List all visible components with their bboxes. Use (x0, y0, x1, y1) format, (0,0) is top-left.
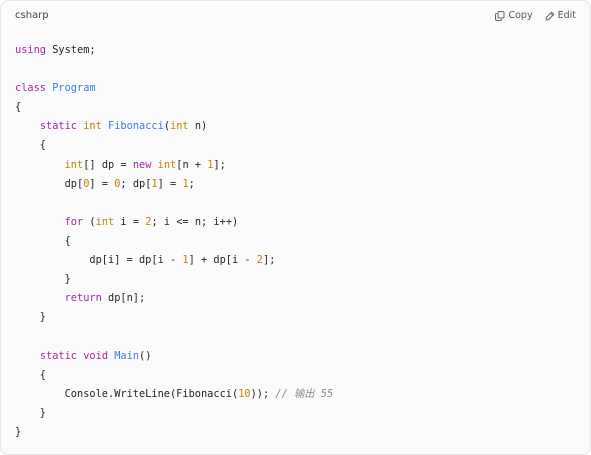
code-line: } (15, 308, 590, 327)
code-line: Console.WriteLine(Fibonacci(10)); // 输出 … (15, 385, 590, 404)
code-token: Fibonacci (108, 120, 164, 133)
code-token: } (15, 311, 46, 324)
code-line: { (15, 136, 590, 155)
code-token: } (15, 273, 71, 286)
code-token: ] + dp[i - (188, 254, 257, 267)
edit-label: Edit (557, 10, 576, 22)
code-token: Console.WriteLine(Fibonacci( (15, 387, 239, 400)
code-token: () (139, 349, 152, 362)
code-token: [n + (176, 158, 208, 171)
code-token: dp[ (15, 177, 84, 190)
language-label: csharp (15, 9, 49, 21)
code-actions: Copy Edit (495, 11, 576, 21)
code-token: } (15, 425, 22, 438)
code-token: int (170, 120, 189, 133)
code-line: return dp[n]; (15, 289, 590, 308)
code-token: Program (52, 82, 96, 95)
code-token: ( (83, 215, 96, 228)
code-token: { (15, 234, 71, 247)
code-token: )); (250, 387, 276, 400)
code-token: dp[n]; (101, 292, 146, 305)
code-token: int (157, 158, 177, 171)
code-token: ; dp[ (120, 177, 152, 190)
code-line: { (15, 232, 590, 251)
code-content: using System; class Program { static int F… (15, 41, 590, 442)
code-token: for (64, 215, 84, 228)
code-token: ]; (263, 254, 276, 267)
code-token: { (15, 139, 46, 152)
code-token: Main (114, 349, 140, 362)
code-line: dp[0] = 0; dp[1] = 1; (15, 175, 590, 194)
code-token: ; i <= n; i++) (151, 215, 239, 228)
code-token: static (39, 120, 78, 133)
code-token: i = (114, 215, 146, 228)
code-token: [] dp = (83, 158, 133, 171)
code-token: new (132, 158, 152, 171)
code-token: return (64, 292, 102, 305)
code-token: ] = (89, 177, 115, 190)
code-token: ] = (157, 177, 183, 190)
code-token: class (15, 82, 46, 95)
code-token: { (15, 368, 46, 381)
code-line: } (15, 404, 590, 423)
code-token: System; (46, 44, 96, 56)
code-token: int (64, 158, 84, 171)
code-line: } (15, 423, 590, 442)
code-line: int[] dp = new int[n + 1]; (15, 156, 590, 175)
code-line: dp[i] = dp[i - 1] + dp[i - 2]; (15, 251, 590, 270)
code-token: int (83, 120, 102, 133)
code-line: class Program (15, 79, 590, 98)
code-token: 10 (238, 387, 251, 400)
code-line: { (15, 98, 590, 117)
code-line: static int Fibonacci(int n) (15, 117, 590, 136)
code-token: int (95, 215, 115, 228)
code-token: ; (188, 177, 195, 190)
code-line: } (15, 270, 590, 289)
code-line: { (15, 366, 590, 385)
code-token: using (15, 44, 46, 56)
copy-label: Copy (508, 10, 533, 22)
edit-icon (545, 11, 555, 21)
code-token: n) (188, 120, 208, 133)
code-token: ]; (213, 158, 226, 171)
edit-button[interactable]: Edit (545, 11, 576, 21)
code-token: dp[i] = dp[i - (15, 254, 183, 267)
code-line: for (int i = 2; i <= n; i++) (15, 213, 590, 232)
code-header: csharp Copy Edit (1, 1, 590, 31)
code-token: // 输出 55 (275, 387, 334, 400)
code-token: { (15, 101, 22, 114)
copy-icon (495, 11, 505, 21)
code-line: using System; (15, 41, 590, 60)
code-line: static void Main() (15, 347, 590, 366)
code-token: static (39, 349, 78, 362)
code-token: void (83, 349, 109, 362)
copy-button[interactable]: Copy (495, 10, 533, 22)
code-token: } (15, 406, 46, 419)
code-block: csharp Copy Edit using System; class Pro… (0, 0, 591, 455)
